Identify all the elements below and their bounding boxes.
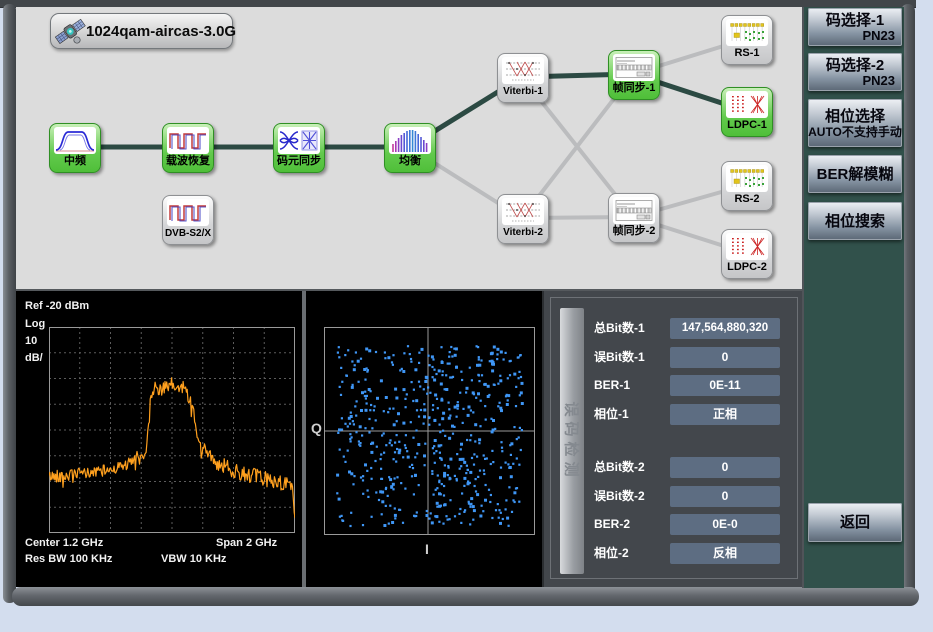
stat-value-4: 0 <box>670 457 780 478</box>
back-button-label: 返回 <box>808 514 902 531</box>
stat-label-7: 相位-2 <box>594 543 629 564</box>
stat-label-1: 误Bit数-1 <box>594 347 645 368</box>
constellation-plot <box>324 327 535 535</box>
stat-label-5: 误Bit数-2 <box>594 486 645 507</box>
flow-node-label: 均衡 <box>385 154 435 169</box>
stat-value-2: 0E-11 <box>670 375 780 396</box>
sidebar-button-sub-label: AUTO不支持手动 <box>808 125 902 139</box>
spectrum-vbw-label: VBW 10 KHz <box>161 553 226 565</box>
flow-node-label: 载波恢复 <box>163 154 213 169</box>
satellite-icon <box>54 15 86 47</box>
flow-node-label: LDPC-2 <box>722 260 772 275</box>
flow-node-label: Viterbi-1 <box>498 84 548 99</box>
spectrum-rbw-label: Res BW 100 KHz <box>25 553 112 565</box>
window-frame-bottom <box>12 587 919 606</box>
sidebar-button-1[interactable]: 码选择-1PN23 <box>808 8 902 46</box>
stat-value-7: 反相 <box>670 543 780 564</box>
flow-node-f1[interactable]: 帧同步-1 <box>608 50 660 100</box>
flow-node-v1[interactable]: Viterbi-1 <box>497 53 549 103</box>
flow-node-label: 帧同步-2 <box>609 224 659 239</box>
flow-node-label: 码元同步 <box>274 154 324 169</box>
flow-node-dvb[interactable]: DVB-S2/X <box>162 195 214 245</box>
q-axis-label: Q <box>311 420 322 436</box>
framesync-icon <box>613 54 655 81</box>
flow-node-rs1[interactable]: RS-1 <box>721 15 773 65</box>
stat-label-6: BER-2 <box>594 514 630 535</box>
sidebar-button-3[interactable]: 相位选择AUTO不支持手动 <box>808 99 902 147</box>
flow-node-eq[interactable]: 均衡 <box>384 123 436 173</box>
stat-label-2: BER-1 <box>594 375 630 396</box>
stat-value-3: 正相 <box>670 404 780 425</box>
flow-node-carrier[interactable]: 载波恢复 <box>162 123 214 173</box>
ldpc-icon <box>726 233 768 260</box>
flow-node-symbol[interactable]: 码元同步 <box>273 123 325 173</box>
squarewave-icon <box>167 127 209 154</box>
equalizer-icon <box>389 127 431 154</box>
flow-node-mid[interactable]: 中频 <box>49 123 101 173</box>
spectrum-unit-label: dB/ <box>25 352 43 364</box>
rs-icon <box>726 19 768 46</box>
sidebar-button-sub-label: PN23 <box>808 74 902 88</box>
trellis-icon <box>502 198 544 225</box>
sidebar: 返回 码选择-1PN23码选择-2PN23相位选择AUTO不支持手动BER解模糊… <box>802 7 904 588</box>
modulation-title-label: 1024qam-aircas-3.0G <box>86 23 236 40</box>
window-frame-left <box>3 4 16 603</box>
flow-node-label: Viterbi-2 <box>498 225 548 240</box>
stat-value-5: 0 <box>670 486 780 507</box>
spectrum-plot <box>49 327 295 533</box>
sidebar-button-2[interactable]: 码选择-2PN23 <box>808 53 902 91</box>
flow-node-label: RS-1 <box>722 46 772 61</box>
flow-node-label: 中频 <box>50 154 100 169</box>
sidebar-button-label: 码选择-1 <box>808 12 902 29</box>
stat-value-1: 0 <box>670 347 780 368</box>
sidebar-button-sub-label: PN23 <box>808 29 902 43</box>
modulation-title-button[interactable]: 1024qam-aircas-3.0G <box>50 13 233 49</box>
flow-node-v2[interactable]: Viterbi-2 <box>497 194 549 244</box>
stat-label-3: 相位-1 <box>594 404 629 425</box>
spectrum-log-label: Log <box>25 318 45 330</box>
flow-node-rs2[interactable]: RS-2 <box>721 161 773 211</box>
flow-node-label: LDPC-1 <box>722 118 772 133</box>
ber-stats-panel: 误码检测 总Bit数-1 147,564,880,320 误Bit数-1 0 BER-1… <box>542 291 804 587</box>
stat-value-6: 0E-0 <box>670 514 780 535</box>
ber-group-bar: 误码检测 <box>560 308 584 574</box>
stat-label-0: 总Bit数-1 <box>594 318 645 339</box>
sidebar-button-4[interactable]: BER解模糊 <box>808 155 902 193</box>
sidebar-button-5[interactable]: 相位搜索 <box>808 202 902 240</box>
rs-icon <box>726 165 768 192</box>
flow-node-label: RS-2 <box>722 192 772 207</box>
flow-node-label: DVB-S2/X <box>163 226 213 241</box>
ldpc-icon <box>726 91 768 118</box>
app-root: 1024qam-aircas-3.0G 中频 载波恢复 码元同步 均衡 DVB-S2/X… <box>0 0 933 632</box>
sidebar-button-label: 相位选择 <box>808 108 902 125</box>
flow-node-ldpc2[interactable]: LDPC-2 <box>721 229 773 279</box>
spectrum-scale-label: 10 <box>25 335 37 347</box>
signal-flow-panel: 1024qam-aircas-3.0G 中频 载波恢复 码元同步 均衡 DVB-S2/X… <box>16 7 802 291</box>
bandpass-icon <box>54 127 96 154</box>
flow-node-f2[interactable]: 帧同步-2 <box>608 193 660 243</box>
squarewave-icon <box>167 199 209 226</box>
flow-node-label: 帧同步-1 <box>609 81 659 96</box>
flow-node-ldpc1[interactable]: LDPC-1 <box>721 87 773 137</box>
framesync-icon <box>613 197 655 224</box>
sidebar-button-label: 相位搜索 <box>808 213 902 230</box>
stat-value-0: 147,564,880,320 <box>670 318 780 339</box>
spectrum-panel: Ref -20 dBm Log 10 dB/ Center 1.2 GHz Sp… <box>16 291 302 587</box>
spectrum-span-label: Span 2 GHz <box>216 537 277 549</box>
spectrum-center-label: Center 1.2 GHz <box>25 537 103 549</box>
stat-label-4: 总Bit数-2 <box>594 457 645 478</box>
back-button[interactable]: 返回 <box>808 503 902 542</box>
ber-group-label: 误码检测 <box>562 401 583 481</box>
sidebar-button-label: BER解模糊 <box>808 166 902 183</box>
constellation-panel: Q I <box>306 291 542 587</box>
spectrum-ref-label: Ref -20 dBm <box>25 300 89 312</box>
trellis-icon <box>502 57 544 84</box>
ber-stats-border <box>550 297 798 579</box>
eye-diagram-icon <box>278 127 320 154</box>
i-axis-label: I <box>425 541 429 557</box>
sidebar-button-label: 码选择-2 <box>808 57 902 74</box>
